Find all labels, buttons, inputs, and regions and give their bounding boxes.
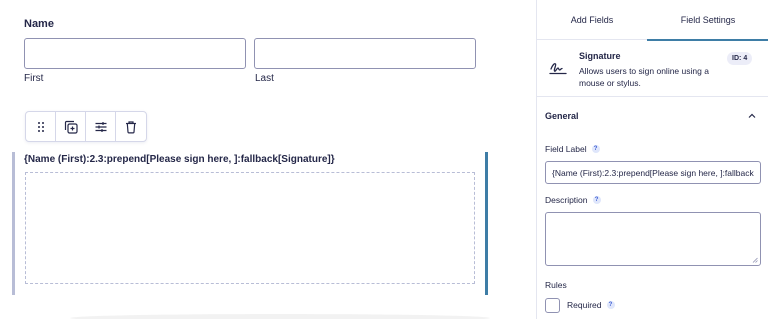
field-id-prefix: ID: (732, 55, 742, 62)
name-last-sublabel: Last (255, 73, 274, 84)
description-title: Description (545, 195, 588, 205)
tab-add-fields[interactable]: Add Fields (537, 0, 647, 40)
settings-sliders-icon (95, 121, 107, 132)
general-section-heading[interactable]: General (545, 111, 579, 121)
sidebar-tabs: Add Fields Field Settings (537, 0, 768, 41)
signature-icon (549, 63, 567, 75)
drag-handle-button[interactable] (26, 112, 57, 141)
field-info-panel: Signature Allows users to sign online us… (537, 41, 768, 97)
help-icon[interactable]: ? (606, 301, 615, 309)
signature-pad[interactable] (25, 172, 475, 284)
rules-title: Rules (545, 280, 567, 290)
required-label: Required (567, 300, 602, 310)
name-first-sublabel: First (24, 73, 44, 84)
trash-icon (126, 120, 137, 134)
field-id-value: 4 (743, 55, 748, 62)
field-label-title-row: Field Label ? (545, 144, 600, 154)
field-toolbar (25, 111, 147, 142)
required-checkbox[interactable] (545, 298, 560, 313)
field-type-title: Signature (579, 51, 621, 61)
field-type-description: Allows users to sign online using a mous… (579, 66, 709, 88)
settings-sidebar: Add Fields Field Settings Signature Allo… (536, 0, 768, 319)
duplicate-button[interactable] (56, 112, 87, 141)
description-textarea[interactable] (545, 212, 761, 266)
name-field-label: Name (24, 18, 54, 30)
help-icon[interactable]: ? (591, 145, 600, 153)
description-title-row: Description ? (545, 195, 601, 205)
name-first-input[interactable] (24, 38, 246, 69)
field-id-badge: ID: 4 (727, 52, 753, 65)
field-settings-button[interactable] (86, 112, 117, 141)
resize-handle-icon[interactable] (752, 257, 758, 263)
signature-field-label: {Name (First):2.3:prepend[Please sign he… (24, 154, 335, 165)
help-icon[interactable]: ? (592, 196, 601, 204)
field-label-input[interactable] (545, 161, 761, 184)
delete-field-button[interactable] (116, 112, 146, 141)
field-label-title: Field Label (545, 144, 587, 154)
chevron-up-icon[interactable] (747, 111, 757, 121)
canvas-shadow (70, 314, 490, 319)
duplicate-icon (64, 120, 78, 134)
required-label-row: Required ? (567, 300, 615, 310)
drag-handle-icon (37, 121, 44, 132)
name-last-input[interactable] (254, 38, 476, 69)
form-canvas: Name First Last {Name (First):2.3:prepen… (0, 0, 536, 319)
tab-field-settings[interactable]: Field Settings (647, 0, 768, 41)
